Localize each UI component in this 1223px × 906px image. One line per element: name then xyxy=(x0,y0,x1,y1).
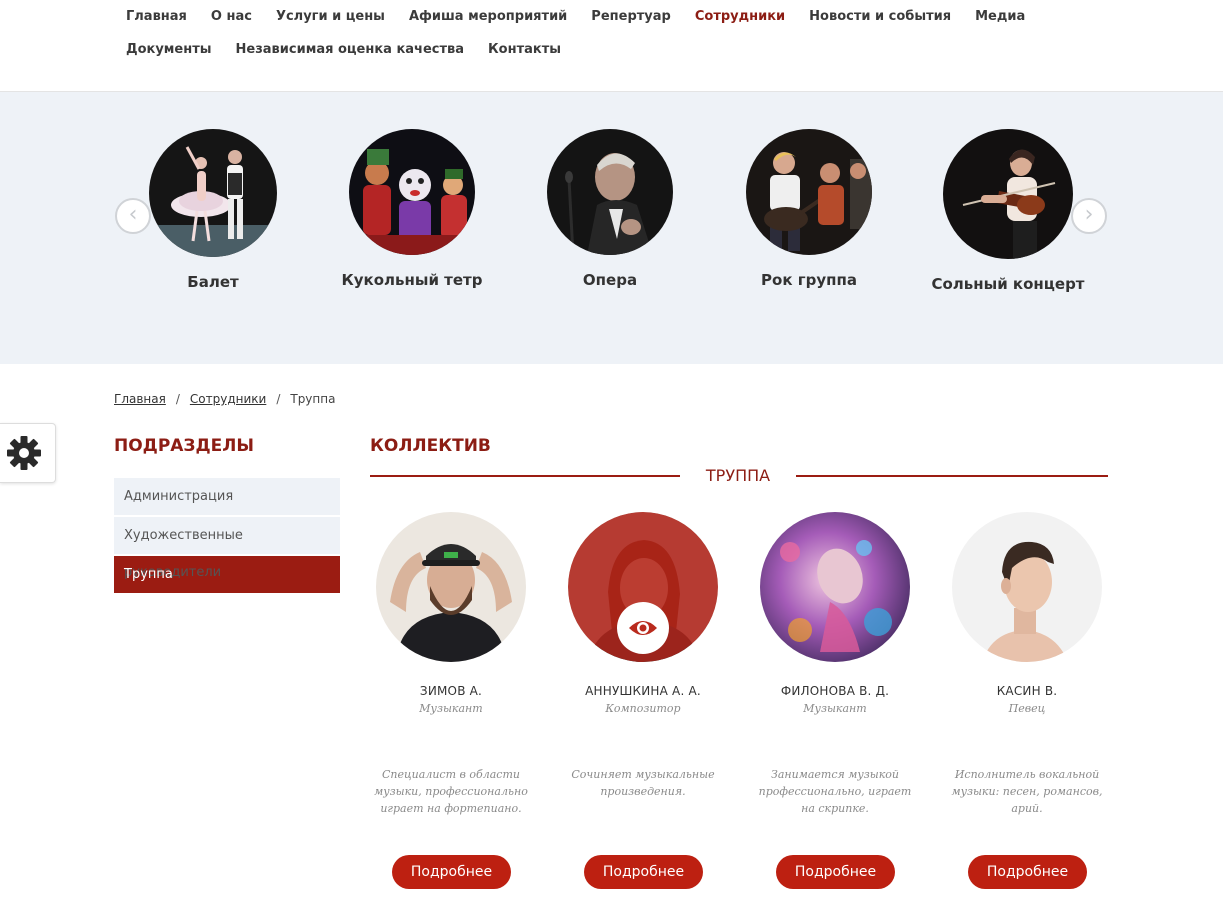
eye-icon xyxy=(629,621,657,635)
view-button[interactable] xyxy=(617,602,669,654)
sidebar-item-troupe[interactable]: Труппа xyxy=(114,556,340,593)
carousel-item-opera[interactable]: Опера xyxy=(510,129,710,289)
carousel-item-puppets[interactable]: Кукольный тетр xyxy=(312,129,512,289)
details-button[interactable]: Подробнее xyxy=(968,855,1087,889)
breadcrumb-staff[interactable]: Сотрудники xyxy=(190,392,266,406)
breadcrumb-home[interactable]: Главная xyxy=(114,392,166,406)
staff-card: Зимов А. Музыкант Специалист в области м… xyxy=(361,512,541,889)
staff-role: Музыкант xyxy=(803,702,867,715)
nav-item-services[interactable]: Услуги и цены xyxy=(264,0,397,33)
details-button[interactable]: Подробнее xyxy=(392,855,511,889)
staff-name: Касин В. xyxy=(996,684,1058,698)
breadcrumb-current: Труппа xyxy=(290,392,336,406)
staff-role: Певец xyxy=(1008,702,1046,715)
staff-photo[interactable] xyxy=(952,512,1102,662)
staff-name: Филонова В. Д. xyxy=(780,684,890,698)
staff-role: Композитор xyxy=(605,702,681,715)
carousel-item-solo-concert[interactable]: Сольный концерт xyxy=(908,129,1108,293)
main-menu: Главная О нас Услуги и цены Афиша меропр… xyxy=(114,0,1114,66)
nav-item-events[interactable]: Афиша мероприятий xyxy=(397,0,579,33)
section-divider: ТРУППА xyxy=(370,465,1108,485)
staff-photo[interactable] xyxy=(760,512,910,662)
staff-photo[interactable] xyxy=(376,512,526,662)
carousel-item-label: Балет xyxy=(187,273,239,291)
staff-card: Касин В. Певец Исполнитель вокальной муз… xyxy=(937,512,1117,889)
staff-name: Аннушкина А. А. xyxy=(585,684,701,698)
carousel-item-label: Кукольный тетр xyxy=(341,271,483,289)
breadcrumb-separator: / xyxy=(276,392,281,406)
carousel-item-label: Рок группа xyxy=(761,271,857,289)
nav-item-quality[interactable]: Независимая оценка качества xyxy=(224,33,477,66)
divider-line xyxy=(370,475,680,477)
breadcrumb-separator: / xyxy=(175,392,180,406)
staff-description: Исполнитель вокальной музыки: песен, ром… xyxy=(951,768,1103,815)
gear-icon xyxy=(7,436,41,470)
divider-line xyxy=(796,475,1108,477)
nav-item-contacts[interactable]: Контакты xyxy=(476,33,573,66)
carousel-item-label: Опера xyxy=(582,271,638,289)
section-title: ТРУППА xyxy=(705,466,771,485)
staff-description: Специалист в области музыки, профессиона… xyxy=(374,768,528,815)
nav-item-home[interactable]: Главная xyxy=(114,0,199,33)
settings-button[interactable] xyxy=(0,423,56,483)
top-navigation: Главная О нас Услуги и цены Афиша меропр… xyxy=(0,0,1223,92)
sidebar-item-art-directors[interactable]: Художественные руководители xyxy=(114,517,340,580)
page-title: КОЛЛЕКТИВ xyxy=(370,436,491,456)
violinist-photo xyxy=(943,129,1073,259)
nav-item-repertoire[interactable]: Репертуар xyxy=(579,0,683,33)
nav-item-media[interactable]: Медиа xyxy=(963,0,1037,33)
opera-photo xyxy=(547,129,673,255)
carousel-item-ballet[interactable]: Балет xyxy=(113,129,313,291)
staff-card: Аннушкина А. А. Композитор Сочиняет музы… xyxy=(553,512,733,889)
carousel-item-rock-band[interactable]: Рок группа xyxy=(709,129,909,289)
category-carousel: ‹ › Балет Кукольный тетр Опера Рок групп… xyxy=(0,92,1223,364)
breadcrumb: Главная / Сотрудники / Труппа xyxy=(114,392,335,406)
details-button[interactable]: Подробнее xyxy=(776,855,895,889)
sidebar-menu: Администрация Художественные руководител… xyxy=(114,478,340,595)
sidebar-item-administration[interactable]: Администрация xyxy=(114,478,340,515)
nav-item-about[interactable]: О нас xyxy=(199,0,264,33)
sidebar-title: ПОДРАЗДЕЛЫ xyxy=(114,436,255,456)
staff-photo[interactable] xyxy=(568,512,718,662)
staff-role: Музыкант xyxy=(419,702,483,715)
details-button[interactable]: Подробнее xyxy=(584,855,703,889)
nav-item-staff[interactable]: Сотрудники xyxy=(683,0,797,33)
staff-card: Филонова В. Д. Музыкант Занимается музык… xyxy=(745,512,925,889)
ballet-photo xyxy=(149,129,277,257)
rock-band-photo xyxy=(746,129,872,255)
carousel-item-label: Сольный концерт xyxy=(931,275,1085,293)
nav-item-documents[interactable]: Документы xyxy=(114,33,224,66)
staff-description: Занимается музыкой профессионально, игра… xyxy=(758,768,912,815)
puppets-photo xyxy=(349,129,475,255)
staff-name: Зимов А. xyxy=(419,684,483,698)
staff-description: Сочиняет музыкальные произведения. xyxy=(571,768,715,798)
nav-item-news[interactable]: Новости и события xyxy=(797,0,963,33)
